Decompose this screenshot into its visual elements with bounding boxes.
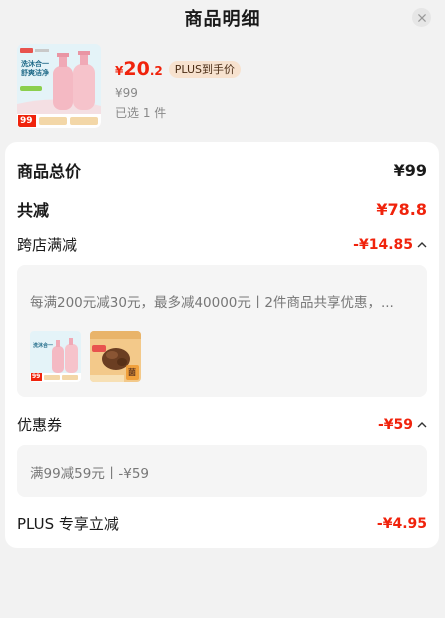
close-button[interactable]	[412, 8, 431, 27]
plus-price: ¥ 20 .2	[115, 58, 163, 80]
selected-quantity: 已选 1 件	[115, 106, 167, 120]
total-discount-row: 共减 ¥78.8	[17, 197, 427, 221]
store-discount-amount: -¥14.85	[353, 236, 413, 253]
thumb-price-sticker: 99	[20, 116, 33, 126]
price-decimal: .2	[149, 64, 163, 78]
chevron-up-icon	[417, 242, 427, 248]
total-price-label: 商品总价	[17, 162, 82, 181]
product-summary: 洗沐合一 舒爽洁净 99 ¥ 20 .2 PLUS到手价 ¥99 已选 1 件	[17, 44, 437, 130]
mini-label: 菌	[128, 368, 136, 377]
product-thumbnail[interactable]: 洗沐合一 舒爽洁净 99	[17, 44, 101, 128]
mini-slogan: 洗沐合一	[33, 343, 54, 349]
coupon-row[interactable]: 优惠券 -¥59	[17, 414, 427, 435]
mini-product-mushroom[interactable]: 菌	[90, 331, 141, 382]
page-title: 商品明细	[184, 9, 261, 30]
price-integer: 20	[123, 58, 150, 80]
coupon-desc: 满99减59元丨-¥59	[30, 466, 149, 482]
mini-product-bodywash[interactable]: 洗沐合一 99	[30, 331, 81, 382]
total-price-value: ¥99	[393, 160, 427, 180]
store-discount-label: 跨店满减	[17, 236, 78, 254]
total-price-row: 商品总价 ¥99	[17, 158, 427, 182]
total-discount-value: ¥78.8	[376, 199, 427, 219]
thumb-slogan-line-1: 洗沐合一	[21, 60, 49, 68]
store-discount-detail: 每满200元减30元，最多减40000元丨2件商品共享优惠，... 洗沐合一 9…	[17, 265, 427, 397]
price-row: ¥ 20 .2 PLUS到手价	[115, 58, 241, 80]
chevron-up-icon	[417, 422, 427, 428]
plus-price-badge: PLUS到手价	[168, 60, 241, 78]
store-discount-row[interactable]: 跨店满减 -¥14.85	[17, 234, 427, 255]
product-info: ¥ 20 .2 PLUS到手价 ¥99 已选 1 件	[115, 44, 241, 130]
plus-discount-value: -¥4.95	[376, 515, 427, 532]
price-currency: ¥	[115, 64, 124, 78]
thumb-slogan-line-2: 舒爽洁净	[21, 69, 49, 77]
price-detail-card: 商品总价 ¥99 共减 ¥78.8 跨店满减 -¥14.85 每满200元减30…	[5, 142, 439, 548]
coupon-value[interactable]: -¥59	[378, 417, 427, 433]
store-discount-value[interactable]: -¥14.85	[353, 237, 427, 253]
plus-discount-row: PLUS 专享立减 -¥4.95	[17, 513, 427, 534]
store-discount-desc: 每满200元减30元，最多减40000元丨2件商品共享优惠，...	[30, 295, 394, 311]
thumb-slogan: 洗沐合一 舒爽洁净	[21, 60, 49, 78]
coupon-label: 优惠券	[17, 416, 63, 434]
plus-discount-label: PLUS 专享立减	[17, 515, 119, 533]
header-bar: 商品明细	[0, 0, 445, 36]
original-price: ¥99	[115, 86, 138, 100]
coupon-amount: -¥59	[377, 416, 413, 433]
discount-product-list: 洗沐合一 99 菌	[30, 331, 141, 382]
close-icon	[417, 13, 426, 22]
mini-sticker: 99	[32, 373, 41, 380]
total-discount-label: 共减	[17, 201, 50, 220]
coupon-detail: 满99减59元丨-¥59	[17, 445, 427, 497]
